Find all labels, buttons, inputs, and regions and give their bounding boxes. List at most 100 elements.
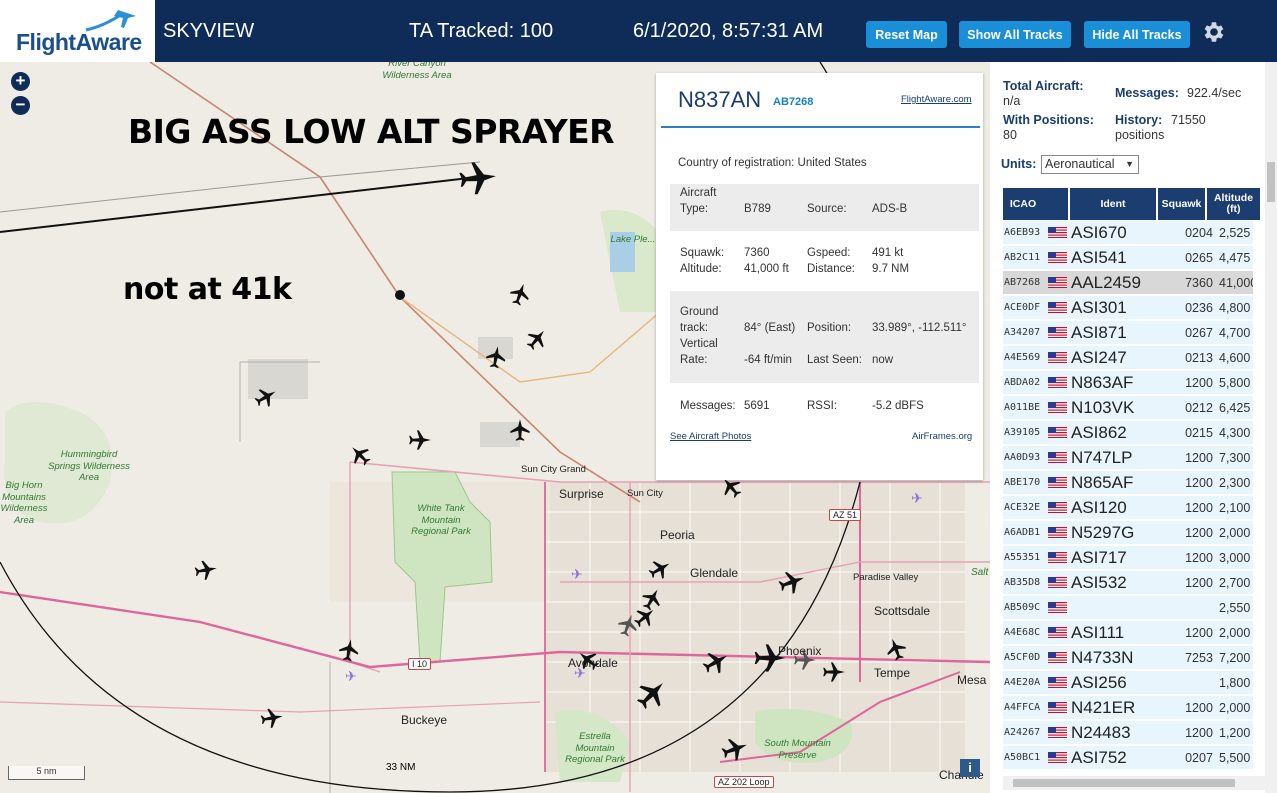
messages-label: Messages: <box>680 400 736 412</box>
flightaware-logo[interactable]: FlightAware <box>0 0 157 62</box>
row-squawk: 1200 <box>1185 726 1213 740</box>
row-altitude: 4,600 ▼ <box>1219 346 1253 370</box>
us-flag-icon <box>1048 477 1067 488</box>
table-row[interactable]: ACE32E ASI120 1200 2,100 ▼ <box>1003 496 1253 520</box>
map-info-button[interactable]: i <box>960 759 980 777</box>
col-header-squawk[interactable]: Squawk <box>1158 188 1205 220</box>
trend-up-icon: ▲ <box>1250 229 1253 240</box>
table-row[interactable]: A50BC1 ASI752 0207 5,500 <box>1003 746 1253 770</box>
row-altitude: 7,200 <box>1219 646 1253 670</box>
row-squawk: 0265 <box>1185 251 1213 265</box>
row-ident: AAL2459 <box>1071 273 1141 292</box>
col-header-icao[interactable]: ICAO <box>1003 188 1043 220</box>
table-row[interactable]: A4E20A ASI256 1,800 <box>1003 671 1253 695</box>
trend-down-icon: ▼ <box>1250 304 1253 315</box>
row-icao: A4E68C <box>1004 627 1041 638</box>
ta-tracked-count: TA Tracked: 100 <box>409 20 554 42</box>
row-ident: ASI256 <box>1071 673 1127 692</box>
table-row[interactable]: A6ADB1 N5297G 1200 2,000 ▼ <box>1003 521 1253 545</box>
table-row[interactable]: A4FFCA N421ER 1200 2,000 <box>1003 696 1253 720</box>
reset-map-button[interactable]: Reset Map <box>866 21 947 48</box>
horizontal-scroll-thumb[interactable] <box>1013 779 1235 787</box>
table-row[interactable]: AB509C 2,550 ▲ <box>1003 596 1253 620</box>
table-row[interactable]: A4E68C ASI111 1200 2,000 ▼ <box>1003 621 1253 645</box>
history-value: 71550 <box>1171 113 1206 127</box>
flightaware-link[interactable]: FlightAware.com <box>901 94 972 105</box>
row-ident: N865AF <box>1071 473 1134 492</box>
table-row[interactable]: A011BE N103VK 0212 6,425 ▼ <box>1003 396 1253 420</box>
row-squawk: 0213 <box>1185 351 1213 365</box>
hide-all-tracks-button[interactable]: Hide All Tracks <box>1084 21 1190 48</box>
gear-icon[interactable] <box>1200 19 1226 45</box>
table-row[interactable]: ACE0DF ASI301 0236 4,800 ▼ <box>1003 296 1253 320</box>
place-paradise-valley: Paradise Valley <box>853 572 919 583</box>
trend-up-icon: ▲ <box>1250 429 1253 440</box>
distance-label: Distance: <box>807 263 855 275</box>
col-header-altitude[interactable]: Altitude (ft) <box>1207 188 1260 220</box>
col-header-ident[interactable]: Ident <box>1070 188 1156 220</box>
row-icao: AB509C <box>1004 602 1041 613</box>
row-altitude: 5,800 ▲ <box>1219 371 1253 395</box>
road-label-az202: AZ 202 Loop <box>714 776 774 788</box>
table-row[interactable]: A4E569 ASI247 0213 4,600 ▼ <box>1003 346 1253 370</box>
table-row[interactable]: A5CF0D N4733N 7253 7,200 <box>1003 646 1253 670</box>
country-row: Country of registration: United States <box>678 157 867 169</box>
svg-text:✈: ✈ <box>571 567 583 583</box>
park-label-south-mountain: South Mountain Preserve <box>764 738 831 761</box>
row-icao: AB7268 <box>1004 277 1041 288</box>
row-altitude: 2,550 ▲ <box>1219 596 1253 620</box>
us-flag-icon <box>1048 427 1067 438</box>
table-row[interactable]: A6EB93 ASI670 0204 2,525 ▲ <box>1003 221 1253 245</box>
row-ident: ASI532 <box>1071 573 1127 592</box>
row-squawk: 1200 <box>1185 551 1213 565</box>
aircraft-info-popup: N837AN AB7268 FlightAware.com Country of… <box>656 73 983 480</box>
park-label-lake-pleasant: Lake Ple... <box>610 234 656 245</box>
units-select[interactable]: Aeronautical ▼ <box>1041 155 1139 174</box>
row-squawk: 0236 <box>1185 301 1213 315</box>
table-row[interactable]: AB35D8 ASI532 1200 2,700 ▼ <box>1003 571 1253 595</box>
table-row[interactable]: AB7268 AAL2459 7360 41,000 <box>1003 271 1253 295</box>
row-altitude: 4,700 ▼ <box>1219 321 1253 345</box>
row-icao: ABE170 <box>1004 477 1041 488</box>
zoom-out-button[interactable]: − <box>11 96 30 115</box>
vertical-scrollbar[interactable] <box>1265 62 1277 793</box>
table-row[interactable]: AA0D93 N747LP 1200 7,300 ▲ <box>1003 446 1253 470</box>
us-flag-icon <box>1048 252 1067 263</box>
airframes-link[interactable]: AirFrames.org <box>912 431 972 442</box>
us-flag-icon <box>1048 527 1067 538</box>
row-altitude-value: 41,000 <box>1219 276 1253 290</box>
row-altitude-value: 2,000 <box>1219 526 1251 540</box>
horizontal-scrollbar[interactable] <box>1003 776 1265 790</box>
vertical-scroll-thumb[interactable] <box>1267 162 1275 202</box>
row-ident: ASI717 <box>1071 548 1127 567</box>
row-altitude-value: 4,300 <box>1219 426 1251 440</box>
row-icao: A6ADB1 <box>1004 527 1041 538</box>
see-aircraft-photos-link[interactable]: See Aircraft Photos <box>670 431 751 442</box>
altitude-value: 41,000 ft <box>744 263 789 275</box>
row-altitude-value: 2,000 <box>1219 626 1251 640</box>
row-squawk: 0212 <box>1185 401 1213 415</box>
table-row[interactable]: ABDA02 N863AF 1200 5,800 ▲ <box>1003 371 1253 395</box>
table-row[interactable]: A55351 ASI717 1200 3,000 ▼ <box>1003 546 1253 570</box>
row-altitude-value: 2,300 <box>1219 476 1251 490</box>
table-row[interactable]: ABE170 N865AF 1200 2,300 ▲ <box>1003 471 1253 495</box>
row-altitude-value: 4,700 <box>1219 326 1251 340</box>
with-positions-label: With Positions: <box>1003 113 1094 127</box>
last-seen-label: Last Seen: <box>807 354 862 366</box>
map-scale-bar: 5 nm <box>8 766 85 780</box>
popup-section-flight: Squawk: 7360 Gspeed: 491 kt Altitude: 41… <box>670 243 979 283</box>
row-icao: A5CF0D <box>1004 652 1041 663</box>
table-row[interactable]: AB2C11 ASI541 0265 4,475 ▲ <box>1003 246 1253 270</box>
table-row[interactable]: A34207 ASI871 0267 4,700 ▼ <box>1003 321 1253 345</box>
row-ident: ASI752 <box>1071 748 1127 767</box>
row-squawk: 0215 <box>1185 426 1213 440</box>
col-header-flag <box>1043 188 1068 220</box>
zoom-in-button[interactable]: + <box>11 72 30 91</box>
table-row[interactable]: A39105 ASI862 0215 4,300 ▲ <box>1003 421 1253 445</box>
table-row[interactable]: A24267 N24483 1200 1,200 ▼ <box>1003 721 1253 745</box>
row-altitude: 1,200 ▼ <box>1219 721 1253 745</box>
history-label: History: <box>1115 113 1163 127</box>
show-all-tracks-button[interactable]: Show All Tracks <box>959 21 1071 48</box>
row-ident: ASI120 <box>1071 498 1127 517</box>
place-scottsdale: Scottsdale <box>874 604 931 618</box>
